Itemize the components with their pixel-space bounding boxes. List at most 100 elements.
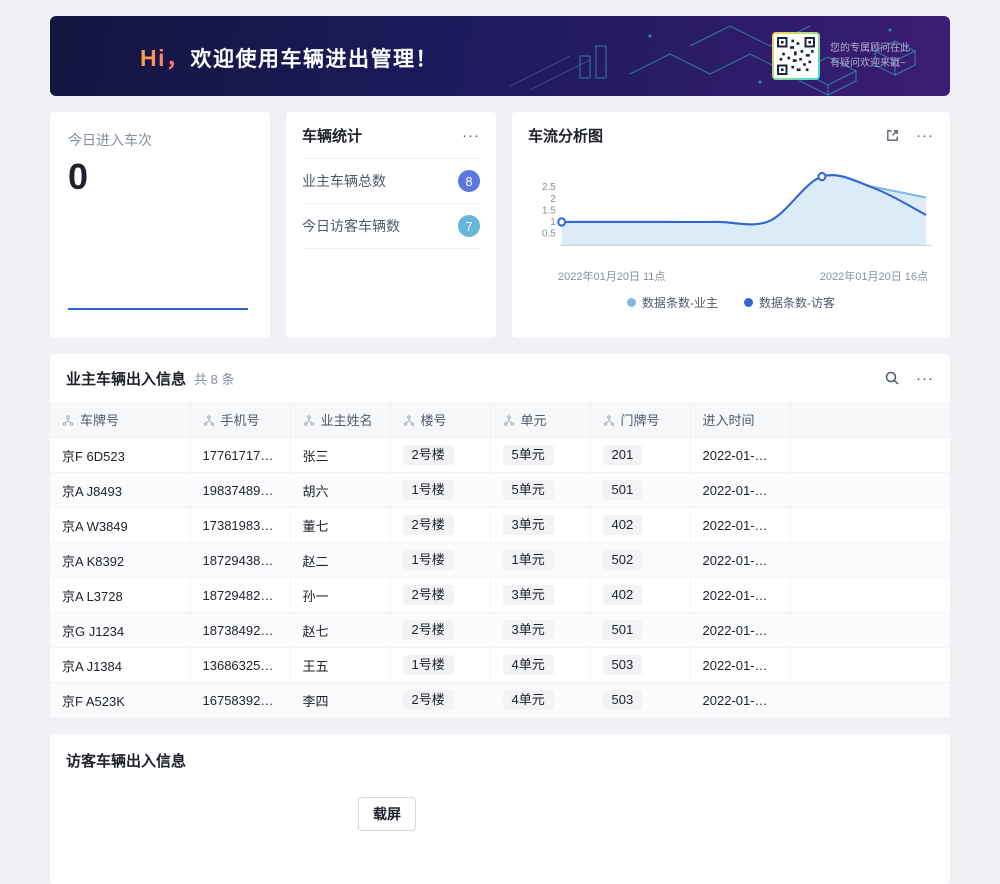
banner-title-text: 欢迎使用车辆进出管理！ [191,48,439,71]
table-cell: 18738492… [190,613,290,648]
table-row[interactable]: 京F A523K16758392…李四2号楼4单元5032022-01-… [50,683,950,718]
table-row[interactable]: 京A L372818729482…孙一2号楼3单元4022022-01-… [50,578,950,613]
table-cell: 张三 [290,438,390,473]
tag-pill: 3单元 [503,515,554,535]
table-cell: 1号楼 [390,473,490,508]
x-tick-label: 2022年01月20日 11点 [558,268,665,284]
table-cell: 2号楼 [390,578,490,613]
column-header [790,402,950,438]
table-cell: 京A W3849 [50,508,190,543]
column-label: 单元 [521,413,547,428]
visitor-card-button[interactable]: 载屏 [358,797,416,831]
tag-pill: 502 [603,550,643,570]
table-cell: 16758392… [190,683,290,718]
table-row[interactable]: 京F 6D52317761717…张三2号楼5单元2012022-01-… [50,438,950,473]
table-cell: 502 [590,543,690,578]
traffic-chart-title: 车流分析图 [528,125,603,146]
tag-pill: 1号楼 [403,550,454,570]
legend-dot-icon [744,298,753,307]
legend-dot-icon [627,298,636,307]
today-entries-value: 0 [68,156,252,198]
table-cell: 402 [590,578,690,613]
table-cell: 京G J1234 [50,613,190,648]
owner-table-count: 共 8 条 [194,369,234,388]
expand-icon[interactable] [885,128,900,143]
column-label: 门牌号 [621,413,660,428]
column-header[interactable]: 进入时间 [690,402,790,438]
table-cell: 2022-01-… [690,438,790,473]
table-row[interactable]: 京A J138413686325…王五1号楼4单元5032022-01-… [50,648,950,683]
legend-label: 数据条数-访客 [759,294,835,311]
table-row[interactable]: 京A K839218729438…赵二1号楼1单元5022022-01-… [50,543,950,578]
visitor-table-card: 访客车辆出入信息 载屏 [50,734,950,884]
tag-pill: 3单元 [503,585,554,605]
stat-label: 今日访客车辆数 [302,216,400,236]
table-cell: 18729482… [190,578,290,613]
tag-pill: 501 [603,480,643,500]
table-cell [790,578,950,613]
column-header[interactable]: 门牌号 [590,402,690,438]
traffic-chart: 0.511.522.5 [528,158,934,266]
table-cell: 李四 [290,683,390,718]
table-cell: 3单元 [490,578,590,613]
table-cell: 京F 6D523 [50,438,190,473]
table-row[interactable]: 京G J123418738492…赵七2号楼3单元5012022-01-… [50,613,950,648]
table-cell: 1号楼 [390,543,490,578]
column-header[interactable]: 手机号 [190,402,290,438]
column-label: 业主姓名 [321,413,373,428]
owner-table-card: 业主车辆出入信息 共 8 条 ··· 车牌号 手机号 业主姓名 楼号 单元 门牌号 进入时间… [50,354,950,718]
more-icon[interactable]: ··· [916,128,934,143]
traffic-chart-card: 车流分析图 ··· 0.511.522.5 2022年01月20日 11点 20… [512,112,950,338]
table-cell [790,613,950,648]
column-label: 车牌号 [80,413,119,428]
owner-table-header: 业主车辆出入信息 共 8 条 ··· [50,354,950,402]
table-cell: 2022-01-… [690,578,790,613]
qr-caption: 您的专属顾问在此 有疑问欢迎来戳~ [830,41,910,71]
table-cell: 201 [590,438,690,473]
column-header[interactable]: 单元 [490,402,590,438]
chart-x-axis: 2022年01月20日 11点 2022年01月20日 16点 [528,266,934,284]
column-label: 手机号 [221,413,260,428]
table-cell: 17381983… [190,508,290,543]
chart-legend: 数据条数-业主 数据条数-访客 [528,294,934,311]
column-header[interactable]: 车牌号 [50,402,190,438]
search-icon[interactable] [884,370,900,386]
vehicle-stats-header: 车辆统计 ··· [302,112,480,159]
traffic-chart-header: 车流分析图 ··· [528,112,934,158]
table-cell: 5单元 [490,473,590,508]
table-cell: 2022-01-… [690,613,790,648]
table-cell: 孙一 [290,578,390,613]
table-cell [790,683,950,718]
legend-item[interactable]: 数据条数-业主 [627,294,718,311]
vehicle-stats-list: 业主车辆总数8今日访客车辆数7 [302,159,480,249]
column-label: 进入时间 [703,413,755,428]
stat-row: 业主车辆总数8 [302,159,480,204]
banner-title-hi: Hi， [140,45,191,71]
tag-pill: 4单元 [503,655,554,675]
tag-pill: 201 [603,445,643,465]
tag-pill: 4单元 [503,690,554,710]
table-cell: 京A K8392 [50,543,190,578]
table-cell: 赵二 [290,543,390,578]
table-cell: 2号楼 [390,508,490,543]
column-header[interactable]: 业主姓名 [290,402,390,438]
tag-pill: 1单元 [503,550,554,570]
table-cell: 402 [590,508,690,543]
table-row[interactable]: 京A J849319837489…胡六1号楼5单元5012022-01-… [50,473,950,508]
table-cell: 3单元 [490,613,590,648]
table-cell: 胡六 [290,473,390,508]
table-cell: 2号楼 [390,438,490,473]
more-icon[interactable]: ··· [916,371,934,386]
today-entries-title: 今日进入车次 [68,130,252,150]
tag-pill: 503 [603,655,643,675]
legend-item[interactable]: 数据条数-访客 [744,294,835,311]
svg-text:2: 2 [550,194,556,205]
table-row[interactable]: 京A W384917381983…董七2号楼3单元4022022-01-… [50,508,950,543]
table-cell [790,473,950,508]
column-header[interactable]: 楼号 [390,402,490,438]
legend-label: 数据条数-业主 [642,294,718,311]
table-cell: 2022-01-… [690,648,790,683]
more-icon[interactable]: ··· [462,128,480,143]
qr-code[interactable] [772,32,820,80]
tag-pill: 402 [603,585,643,605]
